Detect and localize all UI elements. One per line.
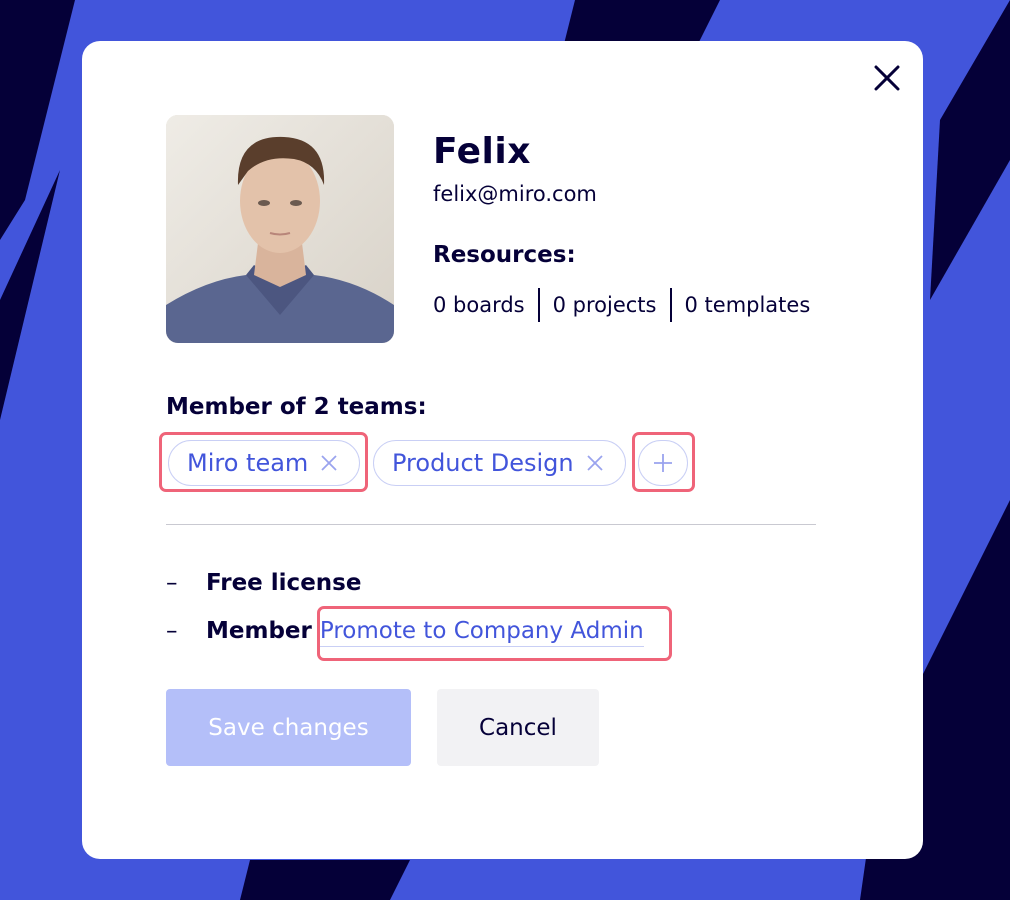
close-icon — [586, 455, 603, 471]
close-icon — [321, 455, 337, 471]
close-icon — [874, 65, 900, 91]
user-name: Felix — [433, 131, 531, 172]
remove-team-button[interactable] — [320, 454, 338, 472]
resource-templates-count: 0 templates — [669, 288, 824, 322]
team-chip-product-design: Product Design — [373, 440, 626, 486]
plus-icon — [654, 454, 672, 472]
user-email: felix@miro.com — [433, 182, 597, 206]
resources-list: 0 boards 0 projects 0 templates — [433, 288, 823, 322]
bullet: – — [166, 618, 178, 644]
team-chip-label: Product Design — [392, 449, 574, 477]
role-row: – Member Promote to Company Admin — [166, 615, 644, 647]
resource-projects-count: 0 projects — [537, 288, 670, 322]
divider — [166, 524, 816, 525]
team-chip-label: Miro team — [187, 449, 309, 477]
remove-team-button[interactable] — [586, 454, 604, 472]
resources-heading: Resources: — [433, 242, 576, 268]
license-row: – Free license — [166, 567, 361, 599]
user-profile-modal: Felix felix@miro.com Resources: 0 boards… — [82, 41, 923, 859]
teams-heading: Member of 2 teams: — [166, 394, 427, 420]
promote-to-admin-link[interactable]: Promote to Company Admin — [319, 616, 644, 647]
resource-boards-count: 0 boards — [433, 293, 525, 317]
license-label: Free license — [206, 570, 362, 596]
close-button[interactable] — [870, 61, 904, 95]
bullet: – — [166, 570, 178, 596]
user-avatar — [166, 115, 394, 343]
role-label: Member — [206, 618, 312, 644]
save-changes-button[interactable]: Save changes — [166, 689, 411, 766]
cancel-button[interactable]: Cancel — [437, 689, 599, 766]
add-team-button[interactable] — [638, 440, 688, 486]
team-chip-miro-team: Miro team — [168, 440, 360, 486]
